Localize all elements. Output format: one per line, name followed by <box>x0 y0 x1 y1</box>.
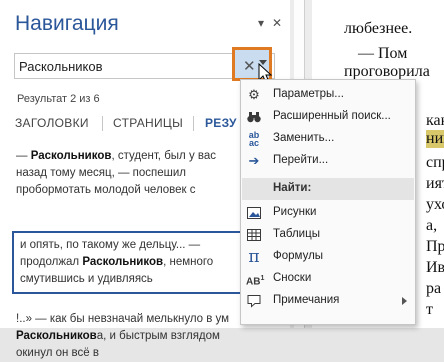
doc-text-line: т <box>426 301 433 318</box>
menu-item-replace[interactable]: ab ac Заменить... <box>241 128 415 150</box>
doc-text-line: ра <box>426 280 442 297</box>
result-match-text: Раскольников <box>30 150 112 162</box>
menu-item-find-footnotes[interactable]: AB1 Сноски <box>241 268 415 290</box>
doc-highlighted-match: нико <box>426 130 444 148</box>
replace-icon: ab ac <box>248 130 260 148</box>
doc-text-line: как <box>426 112 444 129</box>
result-text: !..» — как бы невзначай мелькнуло в ум <box>16 313 230 325</box>
pane-options-chevron-down-icon[interactable]: ▾ <box>255 17 267 29</box>
menu-find-header-label: Найти: <box>273 182 312 194</box>
options-icon: ⚙ <box>248 87 260 102</box>
result-text: окинул он всё в <box>16 347 99 359</box>
doc-text-line: Ив <box>426 259 444 276</box>
pane-title: Навигация <box>15 12 119 35</box>
menu-item-options[interactable]: ⚙ Параметры... <box>241 84 415 106</box>
tab-headings[interactable]: ЗАГОЛОВКИ <box>15 116 89 130</box>
tab-results[interactable]: РЕЗУ <box>205 116 237 130</box>
menu-item-label: Таблицы <box>273 228 320 240</box>
menu-item-label: Перейти... <box>273 154 329 166</box>
doc-text-line: а, <box>426 217 438 234</box>
menu-item-label: Параметры... <box>273 88 344 100</box>
result-text: , немного <box>163 256 214 268</box>
formula-icon: π <box>248 247 260 267</box>
result-match-text: Раскольников <box>16 330 97 342</box>
menu-item-label: Примечания <box>273 294 340 306</box>
pane-close-icon[interactable]: ✕ <box>271 17 283 29</box>
menu-item-label: Заменить... <box>273 132 335 144</box>
result-text: назад тому месяц, — поспешил <box>16 167 187 179</box>
tab-divider <box>102 116 103 131</box>
menu-item-label: Расширенный поиск... <box>273 110 391 122</box>
binoculars-icon <box>246 109 262 125</box>
doc-text-line: — Пом <box>358 45 408 62</box>
tab-pages[interactable]: СТРАНИЦЫ <box>113 116 183 130</box>
result-text-line: окинул он всё в <box>16 345 288 362</box>
doc-text-line: ият <box>426 175 444 192</box>
comment-icon <box>246 293 262 309</box>
search-options-menu: ⚙ Параметры... Расширенный поиск... ab ac… <box>240 79 416 325</box>
doc-text-line: Про <box>426 238 444 255</box>
tab-divider <box>193 116 194 131</box>
menu-item-label: Рисунки <box>273 206 317 218</box>
arrow-right-icon: ➔ <box>248 153 260 168</box>
doc-text-line: спр <box>426 154 444 171</box>
result-count: Результат 2 из 6 <box>17 93 100 105</box>
menu-item-goto[interactable]: ➔ Перейти... <box>241 150 415 172</box>
result-text: смутившись и удивляясь <box>20 273 153 285</box>
result-text: , студент, был у вас <box>111 150 217 162</box>
clear-search-close-icon[interactable]: ✕ <box>243 57 256 75</box>
result-match-text: Раскольников <box>82 256 164 268</box>
menu-item-label: Сноски <box>273 272 312 284</box>
footnote-icon: AB1 <box>246 275 265 288</box>
table-icon <box>246 227 262 243</box>
result-text: пробормотать молодой человек с <box>16 184 196 196</box>
menu-item-find-tables[interactable]: Таблицы <box>241 224 415 246</box>
menu-item-label: Формулы <box>273 250 324 262</box>
result-text: — <box>16 150 31 162</box>
menu-item-find-formulas[interactable]: π Формулы <box>241 246 415 268</box>
menu-item-advanced-find[interactable]: Расширенный поиск... <box>241 106 415 128</box>
search-input[interactable]: Раскольников <box>19 59 103 74</box>
menu-find-header: Найти: <box>242 178 414 200</box>
doc-text-line: ухо <box>426 196 444 213</box>
result-text: и опять, по такому же дельцу... — <box>20 239 201 251</box>
doc-text-line: любезнее. <box>344 20 413 37</box>
result-text: продолжал <box>20 256 83 268</box>
menu-item-find-comments[interactable]: Примечания <box>241 290 415 312</box>
menu-item-find-pictures[interactable]: Рисунки <box>241 202 415 224</box>
result-text-line: Раскольникова, и быстрым взглядом <box>16 328 288 345</box>
image-icon <box>246 205 262 221</box>
result-text: а, и быстрым взглядом <box>96 330 220 342</box>
submenu-arrow-icon <box>402 297 407 305</box>
